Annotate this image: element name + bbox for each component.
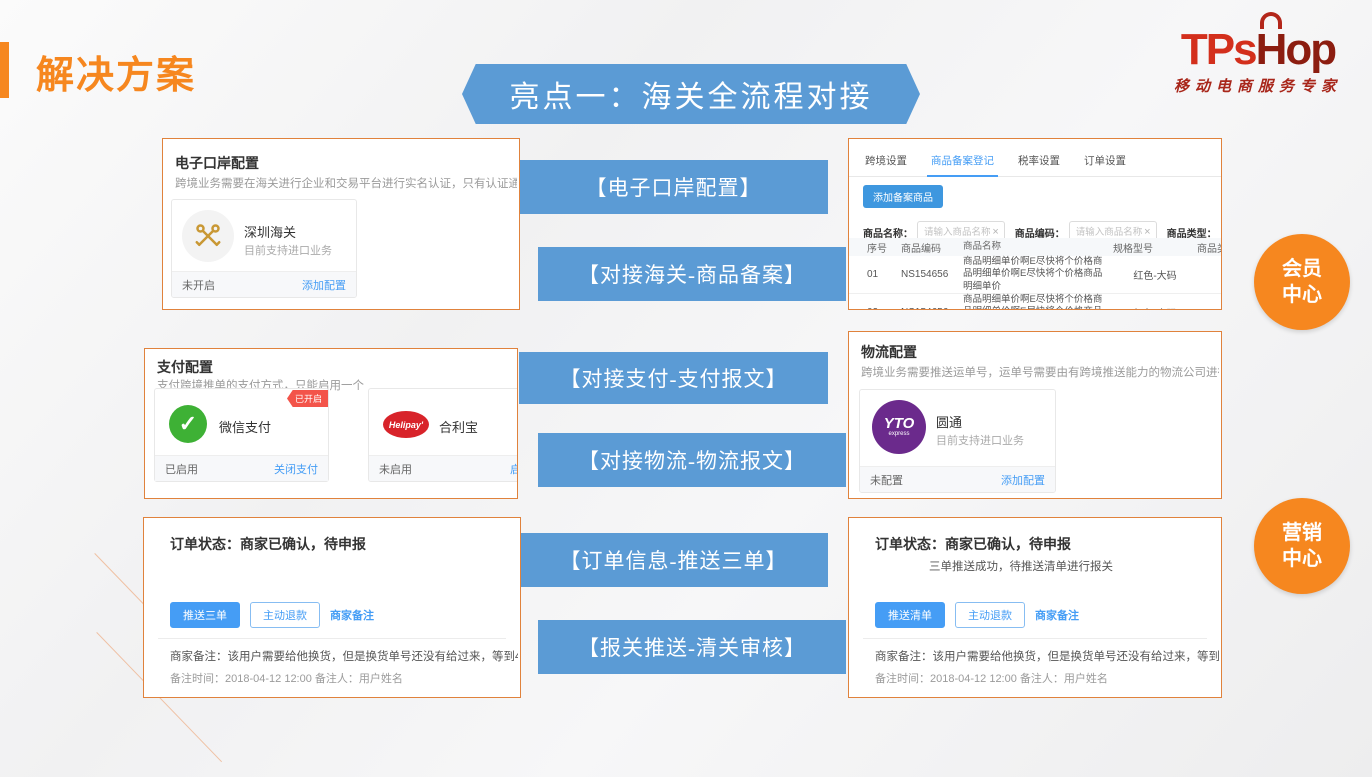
note-meta: 备注时间：2018-04-12 12:00 备注人：用户姓名 — [170, 670, 403, 686]
add-registered-product-button[interactable]: 添加备案商品 — [863, 185, 943, 208]
col-serial: 序号 — [849, 240, 901, 255]
add-config-link[interactable]: 添加配置 — [1001, 472, 1045, 488]
payment-status: 未启用 — [379, 461, 412, 477]
flow-label-order-push: 【订单信息-推送三单】 — [519, 533, 828, 587]
customs-status: 未开启 — [182, 277, 215, 293]
product-registration-panel: 跨境设置 商品备案登记 税率设置 订单设置 添加备案商品 商品名称： × 商品编… — [848, 138, 1222, 310]
logo-tagline: 移动电商服务专家 — [1148, 75, 1368, 96]
flow-label-payment-message: 【对接支付-支付报文】 — [519, 352, 828, 404]
tab-order-settings[interactable]: 订单设置 — [1084, 153, 1126, 168]
tpshop-logo-text: TPsHop — [1181, 28, 1335, 72]
order-status-title: 订单状态：商家已确认，待申报 — [170, 534, 366, 554]
tab-cross-border-settings[interactable]: 跨境设置 — [865, 153, 907, 168]
divider — [863, 638, 1207, 639]
wechat-pay-card: 已开启 ✓ 微信支付 已启用 关闭支付 — [154, 388, 329, 482]
order-status-panel-left: 订单状态：商家已确认，待申报 推送三单 主动退款 商家备注 商家备注：该用户需要… — [143, 517, 521, 698]
customs-card: 深圳海关 目前支持进口业务 未开启 添加配置 — [171, 199, 357, 298]
logo-part2: op — [1285, 25, 1335, 74]
col-name: 商品名称 — [963, 241, 1113, 253]
logo-part1: TPs — [1181, 25, 1256, 74]
yto-card: YTO express 圆通 目前支持进口业务 未配置 添加配置 — [859, 389, 1056, 493]
slide-stage: 解决方案 TPsHop 移动电商服务专家 亮点一：海关全流程对接 【电子口岸配置… — [0, 0, 1372, 777]
helipay-card: Helipay' 合利宝 未启用 启用 — [368, 388, 518, 482]
helipay-card-footer: 未启用 启用 — [369, 455, 518, 481]
logistics-config-panel: 物流配置 跨境业务需要推送运单号，运单号需要由有跨境推送能力的物流公司进行推送 … — [848, 331, 1222, 499]
col-type: 商品类型 — [1197, 240, 1222, 255]
tpshop-logo: TPsHop 移动电商服务专家 — [1148, 28, 1368, 96]
page-title: 解决方案 — [36, 44, 196, 99]
panel-description: 跨境业务需要推送运单号，运单号需要由有跨境推送能力的物流公司进行推送 — [861, 364, 1219, 380]
clear-icon[interactable]: × — [992, 225, 998, 239]
refund-button[interactable]: 主动退款 — [250, 602, 320, 628]
flow-label-customs-registration: 【对接海关-商品备案】 — [538, 247, 846, 301]
payment-config-panel: 支付配置 支付跨境推单的支付方式，只能启用一个 已开启 ✓ 微信支付 已启用 关… — [144, 348, 518, 499]
order-status-subtitle: 三单推送成功，待推送清单进行报关 — [929, 558, 1113, 574]
logistics-name: 圆通 — [936, 412, 962, 431]
payment-method-name: 微信支付 — [219, 417, 271, 436]
marketing-center-badge: 营销 中心 — [1254, 498, 1350, 594]
merchant-note: 商家备注：该用户需要给他换货，但是换货单号还没有给过来，等到4月30日 — [875, 648, 1219, 664]
panel-title: 物流配置 — [861, 342, 917, 362]
payment-status: 已启用 — [165, 461, 198, 477]
tab-product-registration[interactable]: 商品备案登记 — [931, 153, 994, 168]
note-meta: 备注时间：2018-04-12 12:00 备注人：用户姓名 — [875, 670, 1108, 686]
wechat-icon: ✓ — [169, 405, 207, 443]
highlight-banner: 亮点一：海关全流程对接 — [462, 64, 920, 124]
merchant-remark-link[interactable]: 商家备注 — [330, 607, 374, 623]
customs-keys-icon — [182, 210, 234, 262]
logistics-support-note: 目前支持进口业务 — [936, 432, 1024, 448]
table-header-row: 序号 商品编码 商品名称 规格型号 商品类型 — [849, 238, 1221, 256]
flow-label-logistics-message: 【对接物流-物流报文】 — [538, 433, 846, 487]
col-code: 商品编码 — [901, 240, 963, 255]
panel-description: 跨境业务需要在海关进行企业和交易平台进行实名认证，只有认证通过的才能 — [175, 175, 517, 191]
shopping-bag-handle-icon — [1260, 12, 1282, 29]
logo-h: H — [1256, 25, 1286, 74]
panel-title: 支付配置 — [157, 357, 213, 377]
enabled-badge: 已开启 — [287, 390, 328, 407]
member-center-badge: 会员 中心 — [1254, 234, 1350, 330]
order-actions: 推送三单 主动退款 商家备注 — [170, 602, 374, 628]
customs-name: 深圳海关 — [244, 222, 296, 241]
table-row: 01 NS154656 商品明细单价啊E尽快将个价格商品明细单价啊E尽快将个价格… — [849, 256, 1221, 294]
logistics-status: 未配置 — [870, 472, 903, 488]
payment-method-name: 合利宝 — [439, 417, 478, 436]
close-payment-link[interactable]: 关闭支付 — [274, 461, 318, 477]
flow-label-eport: 【电子口岸配置】 — [519, 160, 828, 214]
enable-payment-link[interactable]: 启用 — [510, 461, 518, 477]
order-actions: 推送清单 主动退款 商家备注 — [875, 602, 1079, 628]
flow-label-clearance-audit: 【报关推送-清关审核】 — [538, 620, 846, 674]
push-manifest-button[interactable]: 推送清单 — [875, 602, 945, 628]
customs-card-footer: 未开启 添加配置 — [172, 271, 356, 297]
registration-table: 序号 商品编码 商品名称 规格型号 商品类型 01 NS154656 商品明细单… — [849, 238, 1221, 310]
divider — [158, 638, 506, 639]
helipay-logo-icon: Helipay' — [383, 411, 429, 438]
order-status-panel-right: 订单状态：商家已确认，待申报 三单推送成功，待推送清单进行报关 推送清单 主动退… — [848, 517, 1222, 698]
panel-title: 电子口岸配置 — [175, 153, 259, 173]
settings-tabbar: 跨境设置 商品备案登记 税率设置 订单设置 — [849, 139, 1221, 177]
merchant-note: 商家备注：该用户需要给他换货，但是换货单号还没有给过来，等到4月30日需要联系买… — [170, 648, 518, 664]
order-status-title: 订单状态：商家已确认，待申报 — [875, 534, 1071, 554]
refund-button[interactable]: 主动退款 — [955, 602, 1025, 628]
eport-config-panel: 电子口岸配置 跨境业务需要在海关进行企业和交易平台进行实名认证，只有认证通过的才… — [162, 138, 520, 310]
yto-card-footer: 未配置 添加配置 — [860, 466, 1055, 492]
col-spec: 规格型号 — [1113, 240, 1197, 255]
merchant-remark-link[interactable]: 商家备注 — [1035, 607, 1079, 623]
table-row: 02 NS154656 商品明细单价啊E尽快将个价格商品明细单价啊E尽快将个价格… — [849, 294, 1221, 310]
add-config-link[interactable]: 添加配置 — [302, 277, 346, 293]
title-accent-bar — [0, 42, 9, 98]
customs-support-note: 目前支持进口业务 — [244, 242, 332, 258]
push-three-orders-button[interactable]: 推送三单 — [170, 602, 240, 628]
wechat-card-footer: 已启用 关闭支付 — [155, 455, 328, 481]
clear-icon[interactable]: × — [1144, 225, 1150, 239]
tab-tax-settings[interactable]: 税率设置 — [1018, 153, 1060, 168]
yto-express-icon: YTO express — [872, 400, 926, 454]
